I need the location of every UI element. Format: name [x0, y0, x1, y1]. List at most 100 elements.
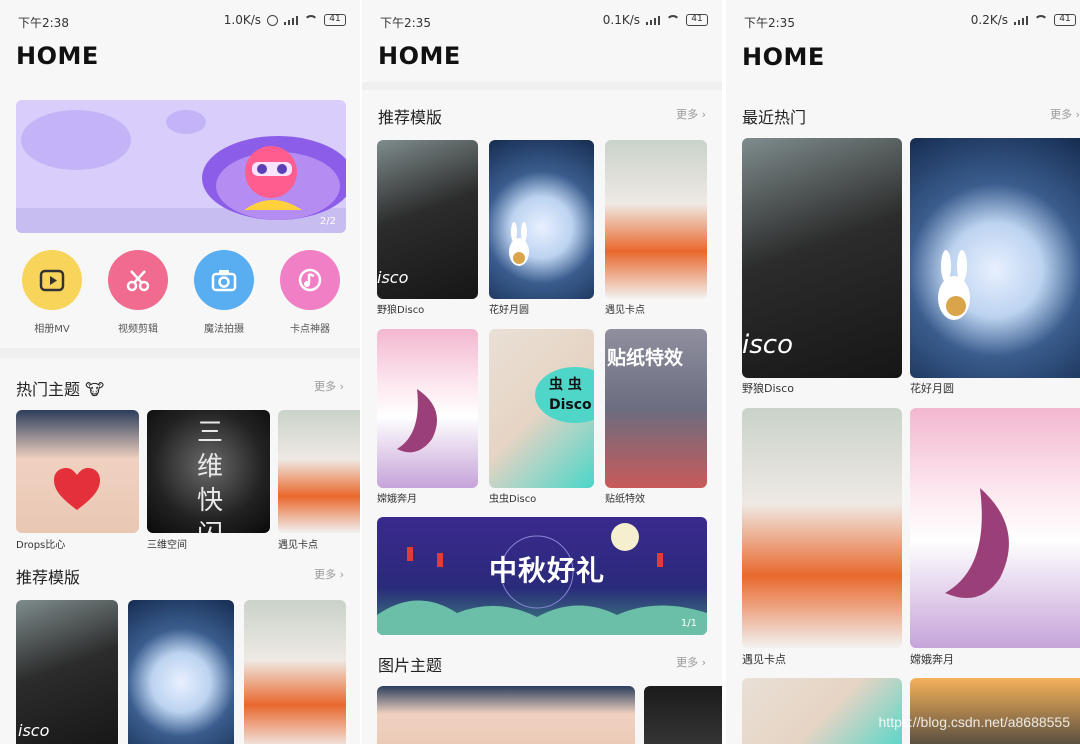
theme-card-drops[interactable] [16, 410, 139, 533]
fairy-illustration [945, 488, 1009, 598]
recent-card-label: 嫦娥奔月 [910, 653, 954, 666]
network-speed: 1.0K/s [223, 13, 261, 27]
quick-label: 魔法拍摄 [204, 324, 244, 335]
cover-text: 虫 虫 Disco [549, 377, 592, 413]
beat-tool-button[interactable] [280, 250, 340, 310]
banner[interactable]: 2/2 [16, 100, 346, 233]
section-divider [0, 348, 360, 358]
theme-card-label: 三维空间 [147, 540, 187, 551]
signal-icon [284, 15, 298, 25]
video-edit-button[interactable] [108, 250, 168, 310]
recent-card-label: 遇见卡点 [742, 653, 786, 666]
status-bar: 下午2:35 0.1K/s 41 [362, 0, 722, 42]
template-card-moon[interactable] [489, 140, 594, 299]
recent-card-label: 野狼Disco [742, 382, 795, 395]
banner-illustration [16, 110, 346, 233]
wifi-icon [1034, 15, 1048, 25]
cover-text: isco [18, 721, 50, 740]
status-time: 下午2:38 [18, 16, 69, 30]
recent-more-link[interactable]: 更多 › [1050, 106, 1080, 122]
picture-theme-card[interactable] [644, 686, 722, 744]
status-bar: 下午2:35 0.2K/s 41 [726, 0, 1080, 42]
page-title: HOME [16, 42, 99, 70]
recent-card-moon[interactable] [910, 138, 1080, 378]
magic-shoot-button[interactable] [194, 250, 254, 310]
signal-icon [1014, 15, 1028, 25]
recent-card-disco[interactable]: isco [742, 138, 902, 378]
banner-pager: 1/1 [680, 618, 697, 629]
rabbit-icon [509, 222, 529, 266]
watermark-text: https://blog.csdn.net/a8688555 [878, 714, 1070, 730]
section-divider [362, 82, 722, 90]
template-card-sticker[interactable]: 贴纸特效 [605, 329, 707, 488]
banner-title: 中秋好礼 [489, 554, 606, 587]
rabbit-icon [938, 250, 970, 320]
play-icon [39, 269, 65, 292]
picture-more-link[interactable]: 更多 › [676, 654, 706, 670]
recent-card-cat[interactable] [910, 678, 1080, 744]
quick-label: 卡点神器 [290, 324, 330, 335]
wifi-icon [666, 15, 680, 25]
screen-home-1: 下午2:38 1.0K/s 41 HOME 2/2 相册MV 视频剪辑 魔法拍摄… [0, 0, 360, 744]
picture-themes-title: 图片主题 [378, 656, 443, 675]
hot-more-link[interactable]: 更多 › [314, 378, 344, 394]
app-screenshots: 下午2:38 1.0K/s 41 HOME 2/2 相册MV 视频剪辑 魔法拍摄… [0, 0, 1080, 744]
picture-theme-card[interactable] [377, 686, 635, 744]
template-card-label: 嫦娥奔月 [377, 494, 417, 505]
album-mv-button[interactable] [22, 250, 82, 310]
cover-text: 贴纸特效 [607, 347, 684, 369]
theme-card-label: Drops比心 [16, 540, 66, 551]
template-card-label: 遇见卡点 [605, 305, 645, 316]
camera-icon [211, 270, 237, 292]
recent-hot-title: 最近热门 [742, 108, 807, 127]
template-card-meet[interactable] [605, 140, 707, 299]
alarm-icon [267, 14, 278, 26]
battery-icon: 41 [324, 14, 346, 26]
recommend-title: 推荐模版 [378, 108, 443, 127]
hot-themes-title: 热门主题 🐮 [16, 380, 105, 399]
template-card-label: 贴纸特效 [605, 494, 645, 505]
recent-card-label: 花好月圆 [910, 382, 954, 395]
cover-text: isco [742, 330, 793, 360]
network-speed: 0.1K/s [602, 13, 640, 27]
signal-icon [646, 15, 660, 25]
theme-card-3d[interactable]: 三维快闪 [147, 410, 270, 533]
status-time: 下午2:35 [380, 16, 431, 30]
recent-card-bug[interactable] [742, 678, 902, 744]
template-card-label: 虫虫Disco [489, 494, 537, 505]
battery-icon: 41 [686, 14, 708, 26]
recent-card-change[interactable] [910, 408, 1080, 648]
music-icon [298, 268, 322, 292]
template-card-moon[interactable] [128, 600, 234, 744]
quick-label: 视频剪辑 [118, 324, 158, 335]
template-card-meet[interactable] [244, 600, 346, 744]
screen-home-2: 下午2:35 0.1K/s 41 HOME 推荐模版 更多 › isco 野狼D… [362, 0, 722, 744]
scissors-icon [126, 270, 150, 292]
recommend-title: 推荐模版 [16, 568, 81, 587]
wifi-icon [304, 15, 318, 25]
template-card-disco[interactable]: isco [377, 140, 478, 299]
network-speed: 0.2K/s [970, 13, 1008, 27]
quick-label: 相册MV [34, 324, 70, 335]
battery-icon: 41 [1054, 14, 1076, 26]
cover-text: isco [377, 268, 409, 287]
heart-icon [54, 468, 100, 510]
status-bar: 下午2:38 1.0K/s 41 [0, 0, 360, 42]
recommend-more-link[interactable]: 更多 › [314, 566, 344, 582]
page-title: HOME [378, 42, 461, 70]
template-card-bug-disco[interactable]: 虫 虫 Disco [489, 329, 594, 488]
page-title: HOME [742, 43, 825, 71]
theme-card-meet[interactable] [278, 410, 360, 533]
status-time: 下午2:35 [744, 16, 795, 30]
theme-card-label: 遇见卡点 [278, 540, 318, 551]
recent-card-meet[interactable] [742, 408, 902, 648]
mid-autumn-banner[interactable]: 中秋好礼 1/1 [377, 517, 707, 635]
template-card-label: 野狼Disco [377, 305, 425, 316]
fairy-illustration [397, 389, 437, 453]
screen-home-3: 下午2:35 0.2K/s 41 HOME 最近热门 更多 › isco 野狼D… [726, 0, 1080, 744]
template-card-label: 花好月圆 [489, 305, 529, 316]
template-card-change[interactable] [377, 329, 478, 488]
recommend-more-link[interactable]: 更多 › [676, 106, 706, 122]
template-card-disco[interactable]: isco [16, 600, 118, 744]
banner-pager: 2/2 [319, 216, 336, 227]
